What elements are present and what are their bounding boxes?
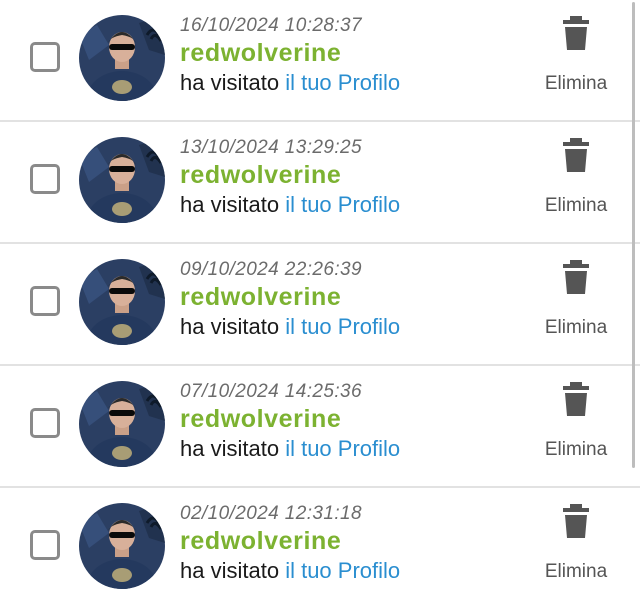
avatar[interactable] xyxy=(79,137,165,223)
profile-link[interactable]: il tuo Profilo xyxy=(285,70,400,95)
delete-button[interactable]: Elimina xyxy=(536,16,616,100)
visit-row: 02/10/2024 12:31:18 redwolverine ha visi… xyxy=(0,488,640,608)
visit-row: 16/10/2024 10:28:37 redwolverine ha visi… xyxy=(0,0,640,122)
delete-label: Elimina xyxy=(544,195,608,216)
avatar[interactable] xyxy=(79,503,165,589)
username-link[interactable]: redwolverine xyxy=(180,404,400,434)
profile-link[interactable]: il tuo Profilo xyxy=(285,436,400,461)
trash-icon xyxy=(563,138,589,172)
visits-list: 16/10/2024 10:28:37 redwolverine ha visi… xyxy=(0,0,640,608)
delete-button[interactable]: Elimina xyxy=(536,260,616,344)
delete-button[interactable]: Elimina xyxy=(536,382,616,466)
profile-link[interactable]: il tuo Profilo xyxy=(285,314,400,339)
profile-link[interactable]: il tuo Profilo xyxy=(285,192,400,217)
username-link[interactable]: redwolverine xyxy=(180,526,400,556)
action-text: ha visitato xyxy=(180,70,280,95)
action-text: ha visitato xyxy=(180,436,280,461)
visit-date: 02/10/2024 12:31:18 xyxy=(180,503,362,524)
trash-icon xyxy=(563,504,589,538)
avatar[interactable] xyxy=(79,15,165,101)
action-text: ha visitato xyxy=(180,314,280,339)
visit-row: 13/10/2024 13:29:25 redwolverine ha visi… xyxy=(0,122,640,244)
visit-date: 07/10/2024 14:25:36 xyxy=(180,381,362,402)
avatar[interactable] xyxy=(79,259,165,345)
delete-button[interactable]: Elimina xyxy=(536,504,616,588)
username-link[interactable]: redwolverine xyxy=(180,282,400,312)
select-checkbox[interactable] xyxy=(30,164,60,194)
username-link[interactable]: redwolverine xyxy=(180,38,400,68)
select-checkbox[interactable] xyxy=(30,408,60,438)
action-text: ha visitato xyxy=(180,192,280,217)
trash-icon xyxy=(563,260,589,294)
visit-action: ha visitato il tuo Profilo xyxy=(180,312,400,342)
visit-row: 09/10/2024 22:26:39 redwolverine ha visi… xyxy=(0,244,640,366)
visit-action: ha visitato il tuo Profilo xyxy=(180,434,400,464)
profile-link[interactable]: il tuo Profilo xyxy=(285,558,400,583)
action-text: ha visitato xyxy=(180,558,280,583)
trash-icon xyxy=(563,16,589,50)
visit-date: 09/10/2024 22:26:39 xyxy=(180,259,362,280)
visit-date: 16/10/2024 10:28:37 xyxy=(180,15,362,36)
visit-action: ha visitato il tuo Profilo xyxy=(180,68,400,98)
delete-label: Elimina xyxy=(544,561,608,582)
visit-action: ha visitato il tuo Profilo xyxy=(180,556,400,586)
visit-date: 13/10/2024 13:29:25 xyxy=(180,137,362,158)
select-checkbox[interactable] xyxy=(30,42,60,72)
visit-action: ha visitato il tuo Profilo xyxy=(180,190,400,220)
delete-label: Elimina xyxy=(544,317,608,338)
delete-button[interactable]: Elimina xyxy=(536,138,616,222)
delete-label: Elimina xyxy=(544,73,608,94)
delete-label: Elimina xyxy=(544,439,608,460)
visit-row: 07/10/2024 14:25:36 redwolverine ha visi… xyxy=(0,366,640,488)
username-link[interactable]: redwolverine xyxy=(180,160,400,190)
select-checkbox[interactable] xyxy=(30,286,60,316)
trash-icon xyxy=(563,382,589,416)
select-checkbox[interactable] xyxy=(30,530,60,560)
avatar[interactable] xyxy=(79,381,165,467)
scrollbar[interactable] xyxy=(632,2,635,468)
